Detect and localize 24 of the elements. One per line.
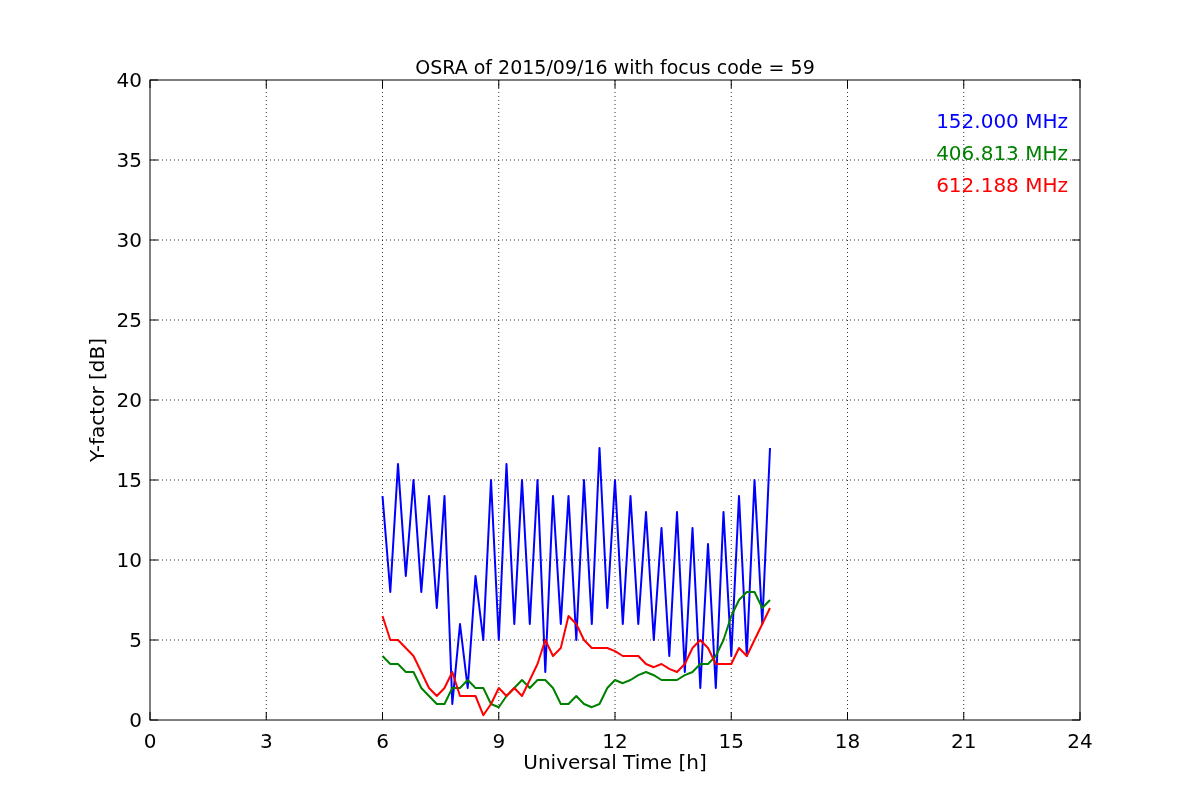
x-axis-label: Universal Time [h]: [523, 750, 707, 774]
tick-label: 40: [116, 68, 142, 92]
legend-label: 612.188 MHz: [936, 173, 1068, 197]
legend-label: 152.000 MHz: [936, 109, 1068, 133]
legend-label: 406.813 MHz: [936, 141, 1068, 165]
tick-label: 21: [951, 729, 977, 753]
tick-label: 5: [129, 628, 142, 652]
tick-label: 15: [718, 729, 744, 753]
tick-label: 35: [116, 148, 142, 172]
tick-label: 24: [1067, 729, 1093, 753]
tick-label: 25: [116, 308, 142, 332]
chart-title: OSRA of 2015/09/16 with focus code = 59: [415, 56, 815, 78]
tick-label: 6: [376, 729, 389, 753]
tick-label: 12: [602, 729, 628, 753]
tick-label: 20: [116, 388, 142, 412]
tick-label: 9: [492, 729, 506, 753]
y-axis-label: Y-factor [dB]: [85, 338, 109, 462]
tick-label: 0: [143, 729, 157, 753]
tick-label: 15: [116, 468, 142, 492]
tick-label: 30: [116, 228, 142, 252]
tick-label: 18: [834, 729, 861, 753]
tick-label: 10: [116, 548, 142, 572]
tick-label: 3: [259, 729, 273, 753]
tick-label: 0: [129, 708, 142, 732]
